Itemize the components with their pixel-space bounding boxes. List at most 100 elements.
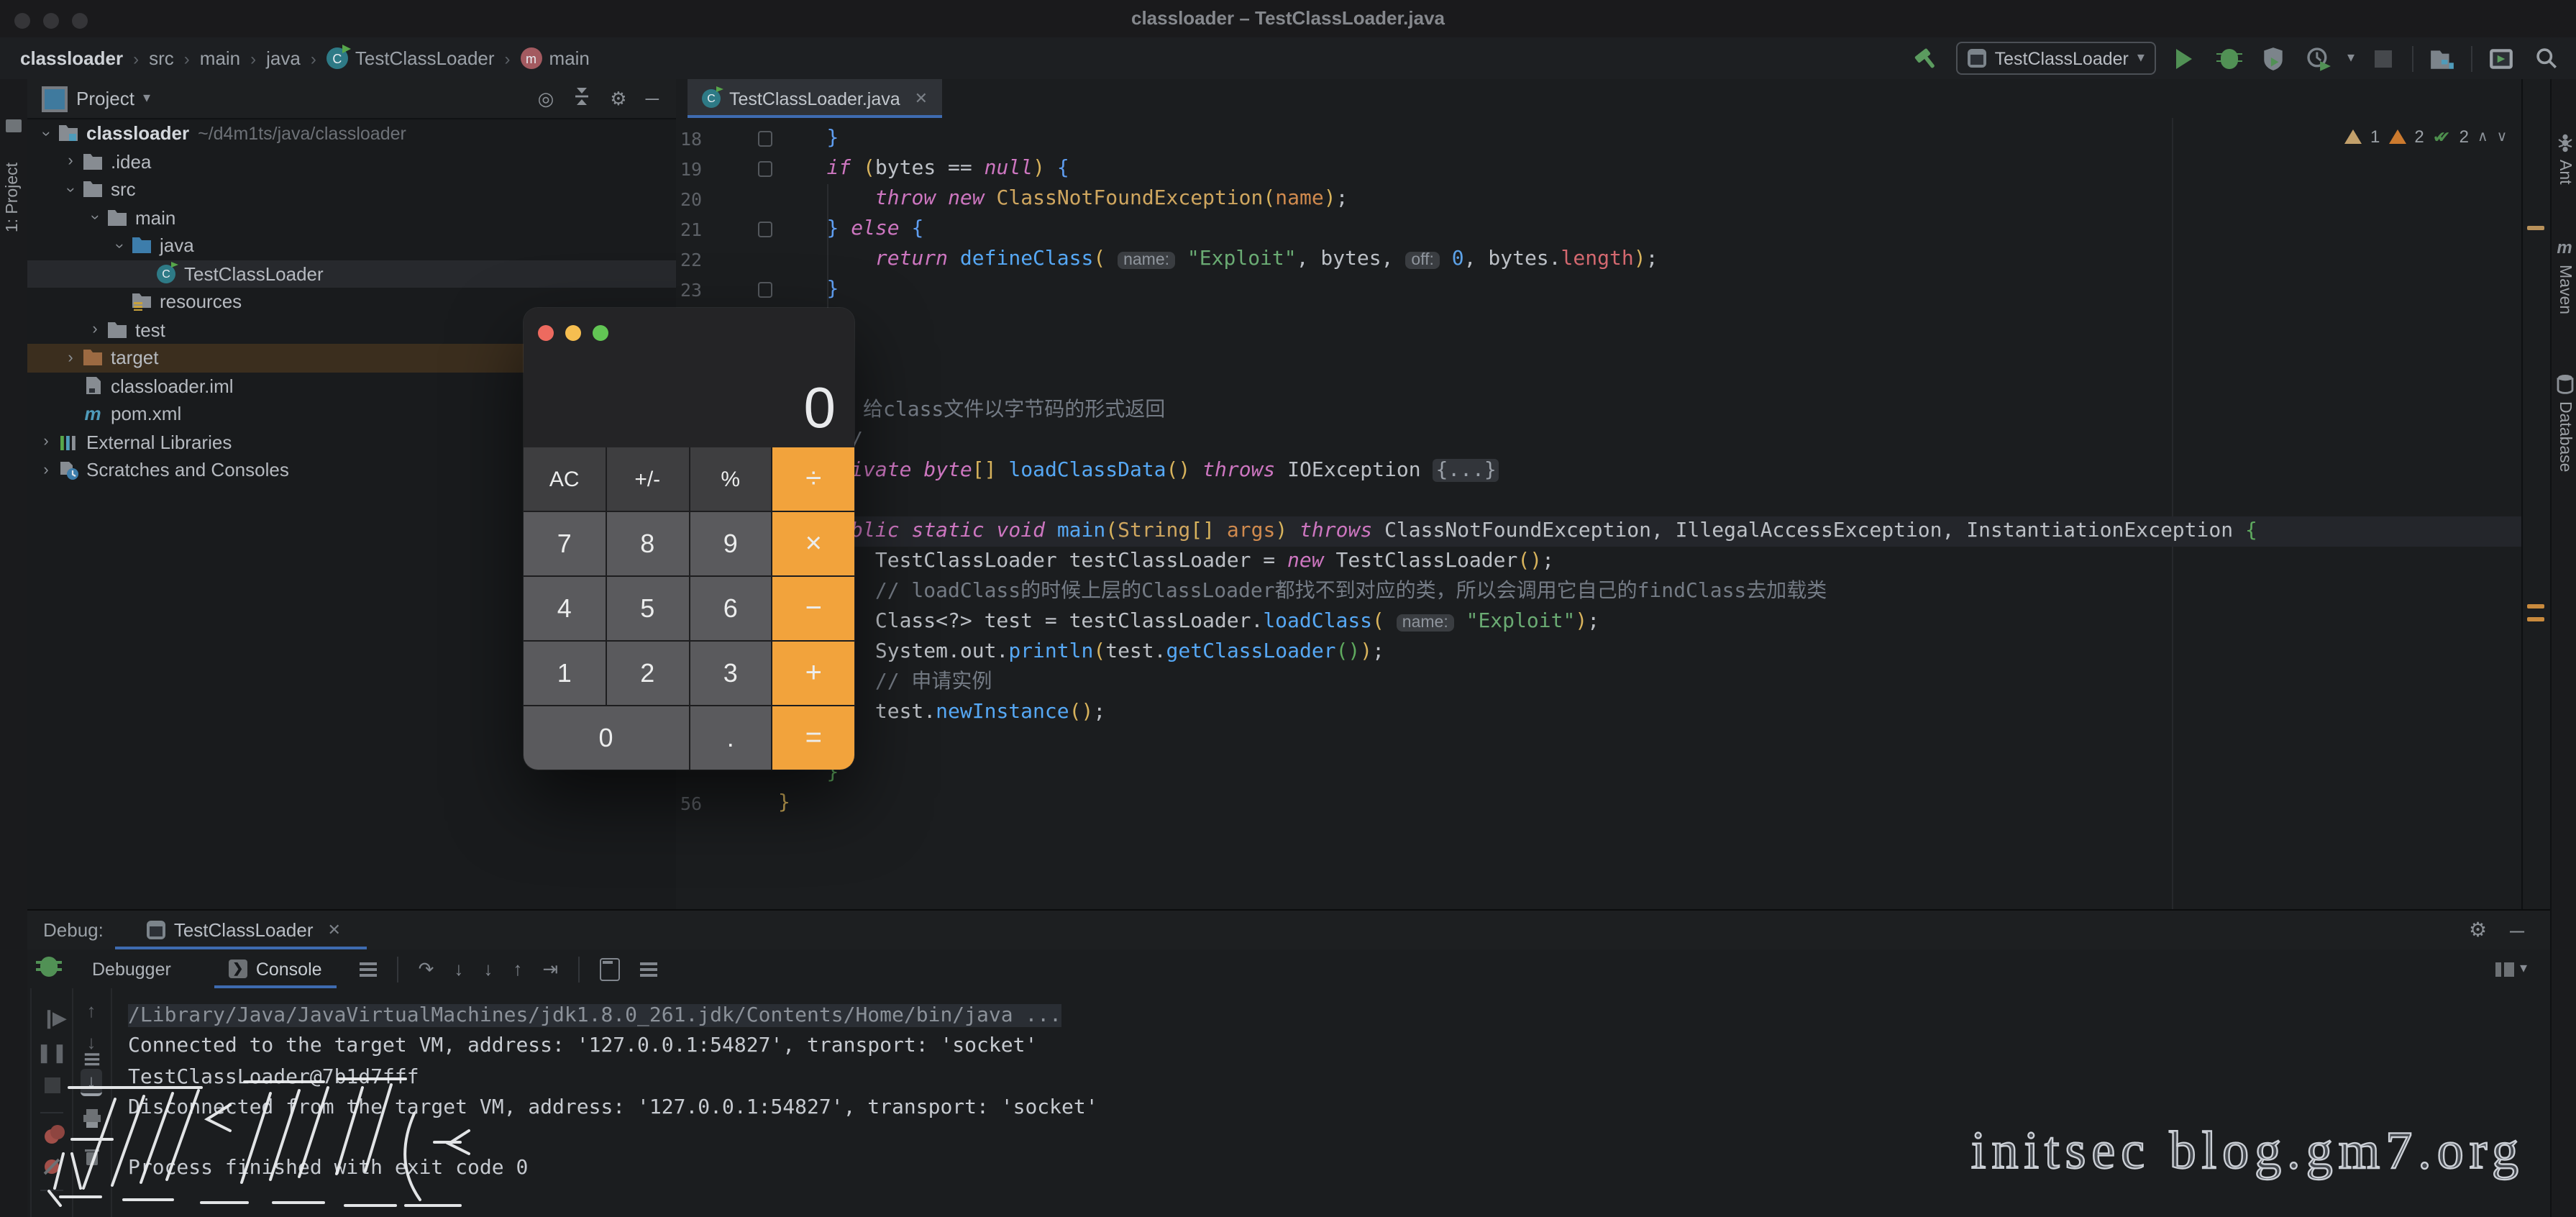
step-out-icon[interactable]: ↑ bbox=[513, 958, 522, 980]
chevron-expanded-icon[interactable]: › bbox=[111, 236, 128, 256]
code-line[interactable]: // loadClass的时候上层的ClassLoader都找不到对应的类，所以… bbox=[676, 577, 2521, 607]
up-stack-trace-icon[interactable]: ↑ bbox=[87, 1001, 96, 1020]
hide-panel-icon[interactable]: ─ bbox=[2510, 919, 2524, 942]
line-number[interactable]: 23 bbox=[680, 275, 738, 305]
calc-button-−[interactable]: − bbox=[773, 577, 855, 640]
minimize-icon[interactable] bbox=[565, 325, 581, 341]
code-line[interactable]: 23 } bbox=[676, 275, 2521, 305]
calc-button-2[interactable]: 2 bbox=[607, 642, 689, 705]
stripe-mark-warning[interactable] bbox=[2527, 604, 2544, 608]
tool-stripe-database[interactable]: Database bbox=[2552, 374, 2576, 472]
project-tool-icon[interactable] bbox=[6, 119, 22, 132]
code-line[interactable]: 22 return defineClass( name: "Exploit", … bbox=[676, 245, 2521, 275]
code-line[interactable]: } bbox=[676, 758, 2521, 788]
down-stack-trace-icon[interactable]: ↓ bbox=[87, 1033, 96, 1052]
calculator-window-controls[interactable] bbox=[538, 322, 620, 348]
fold-marker-icon[interactable] bbox=[758, 131, 772, 147]
chevron-down-icon[interactable]: ▾ bbox=[143, 91, 150, 106]
calculator-titlebar[interactable]: 0 bbox=[524, 308, 854, 447]
tree-item-classloader[interactable]: ›classloader ~/d4m1ts/java/classloader bbox=[27, 119, 676, 147]
tab-console[interactable]: ❯ Console bbox=[223, 949, 328, 988]
code-line[interactable]: 20 throw new ClassNotFoundException(name… bbox=[676, 184, 2521, 214]
code-line[interactable]: Class<?> test = testClassLoader.loadClas… bbox=[676, 607, 2521, 637]
calc-button-=[interactable]: = bbox=[773, 706, 855, 770]
editor-error-stripe[interactable] bbox=[2521, 79, 2552, 909]
code-line[interactable]: 56} bbox=[676, 788, 2521, 819]
calc-button-AC[interactable]: AC bbox=[524, 447, 606, 511]
calc-button-+[interactable]: + bbox=[773, 642, 855, 705]
code-line[interactable]: 18 } bbox=[676, 124, 2521, 154]
breadcrumb-item[interactable]: classloader bbox=[20, 47, 123, 69]
zoom-icon[interactable] bbox=[593, 325, 608, 341]
tool-stripe-ant[interactable]: Ant bbox=[2552, 134, 2576, 185]
breadcrumb[interactable]: classloader›src›main›java›CTestClassLoad… bbox=[20, 37, 590, 79]
pause-icon[interactable]: ❚❚ bbox=[36, 1043, 68, 1062]
breadcrumb-item[interactable]: java bbox=[266, 47, 301, 69]
tree-item-src[interactable]: ›src bbox=[27, 176, 676, 204]
profiler-button[interactable] bbox=[2303, 42, 2334, 74]
close-session-icon[interactable]: ✕ bbox=[328, 921, 341, 939]
tree-item--idea[interactable]: ›.idea bbox=[27, 147, 676, 176]
run-button[interactable] bbox=[2169, 42, 2201, 74]
code-line[interactable] bbox=[676, 728, 2521, 758]
locate-file-icon[interactable]: ◎ bbox=[538, 87, 554, 110]
view-options-icon[interactable] bbox=[360, 962, 377, 965]
code-line[interactable] bbox=[676, 486, 2521, 516]
calc-button-3[interactable]: 3 bbox=[690, 642, 772, 705]
editor-tab-testclassloader[interactable]: C TestClassLoader.java ✕ bbox=[688, 79, 942, 118]
hide-panel-icon[interactable]: ─ bbox=[646, 88, 659, 109]
line-number[interactable]: 18 bbox=[680, 124, 738, 154]
close-icon[interactable] bbox=[538, 325, 554, 341]
code-line[interactable] bbox=[676, 365, 2521, 396]
stripe-mark-warning[interactable] bbox=[2527, 617, 2544, 621]
terminal-run-icon[interactable] bbox=[2485, 42, 2517, 74]
gear-icon[interactable]: ⚙ bbox=[2469, 918, 2487, 942]
gear-icon[interactable]: ⚙ bbox=[610, 87, 626, 110]
code-line[interactable] bbox=[676, 305, 2521, 335]
calculator-window[interactable]: 0 AC+/-%÷789×456−123+0.= bbox=[524, 308, 854, 770]
search-icon[interactable] bbox=[2530, 42, 2562, 74]
tool-stripe-project-label[interactable]: 1: Project bbox=[4, 163, 22, 232]
calc-button-5[interactable]: 5 bbox=[607, 577, 689, 640]
chevron-collapsed-icon[interactable]: › bbox=[85, 322, 105, 339]
calc-button-×[interactable]: × bbox=[773, 512, 855, 575]
line-number[interactable]: 21 bbox=[680, 214, 738, 245]
calc-button-%[interactable]: % bbox=[690, 447, 772, 511]
code-line[interactable]: */ bbox=[676, 426, 2521, 456]
tree-item-main[interactable]: ›main bbox=[27, 204, 676, 232]
show-execution-point-icon[interactable]: ↷ bbox=[419, 957, 434, 980]
breadcrumb-item[interactable]: main bbox=[549, 47, 590, 69]
code-editor[interactable]: 18 }19 if (bytes == null) {20 throw new … bbox=[676, 118, 2521, 909]
fold-marker-icon[interactable] bbox=[758, 222, 772, 237]
code-line[interactable]: TestClassLoader testClassLoader = new Te… bbox=[676, 547, 2521, 577]
chevron-collapsed-icon[interactable]: › bbox=[36, 462, 56, 479]
breadcrumb-item[interactable]: main bbox=[200, 47, 240, 69]
line-number[interactable]: 56 bbox=[680, 788, 738, 819]
profiler-dropdown-icon[interactable]: ▾ bbox=[2347, 50, 2355, 66]
calc-button-9[interactable]: 9 bbox=[690, 512, 772, 575]
code-line[interactable]: 21 } else { bbox=[676, 214, 2521, 245]
calc-button-4[interactable]: 4 bbox=[524, 577, 606, 640]
breadcrumb-item[interactable]: src bbox=[149, 47, 174, 69]
calc-button-0[interactable]: 0 bbox=[524, 706, 688, 770]
prev-problem-icon[interactable]: ∧ bbox=[2477, 129, 2488, 145]
tab-debugger[interactable]: Debugger bbox=[92, 959, 171, 979]
collapse-all-icon[interactable] bbox=[572, 86, 591, 111]
code-line[interactable]: private byte[] loadClassData() throws IO… bbox=[676, 456, 2521, 486]
chevron-expanded-icon[interactable]: › bbox=[62, 180, 79, 200]
tree-item-testclassloader[interactable]: CTestClassLoader bbox=[27, 260, 676, 288]
evaluate-expression-icon[interactable] bbox=[600, 957, 620, 980]
code-line[interactable]: System.out.println(test.getClassLoader()… bbox=[676, 637, 2521, 667]
tool-stripe-maven[interactable]: m Maven bbox=[2552, 237, 2576, 314]
chevron-collapsed-icon[interactable]: › bbox=[60, 350, 81, 367]
fold-marker-icon[interactable] bbox=[758, 161, 772, 177]
build-icon[interactable] bbox=[1912, 42, 1943, 74]
resume-icon[interactable]: ❙▶ bbox=[41, 1008, 63, 1027]
project-structure-icon[interactable] bbox=[2426, 42, 2458, 74]
next-problem-icon[interactable]: ∨ bbox=[2497, 129, 2508, 145]
code-line[interactable]: 19 if (bytes == null) { bbox=[676, 154, 2521, 184]
chevron-expanded-icon[interactable]: › bbox=[86, 208, 104, 228]
run-to-cursor-icon[interactable]: ⇥ bbox=[542, 957, 558, 980]
step-over-icon[interactable]: ↓ bbox=[454, 958, 463, 980]
calc-button-+/-[interactable]: +/- bbox=[607, 447, 689, 511]
